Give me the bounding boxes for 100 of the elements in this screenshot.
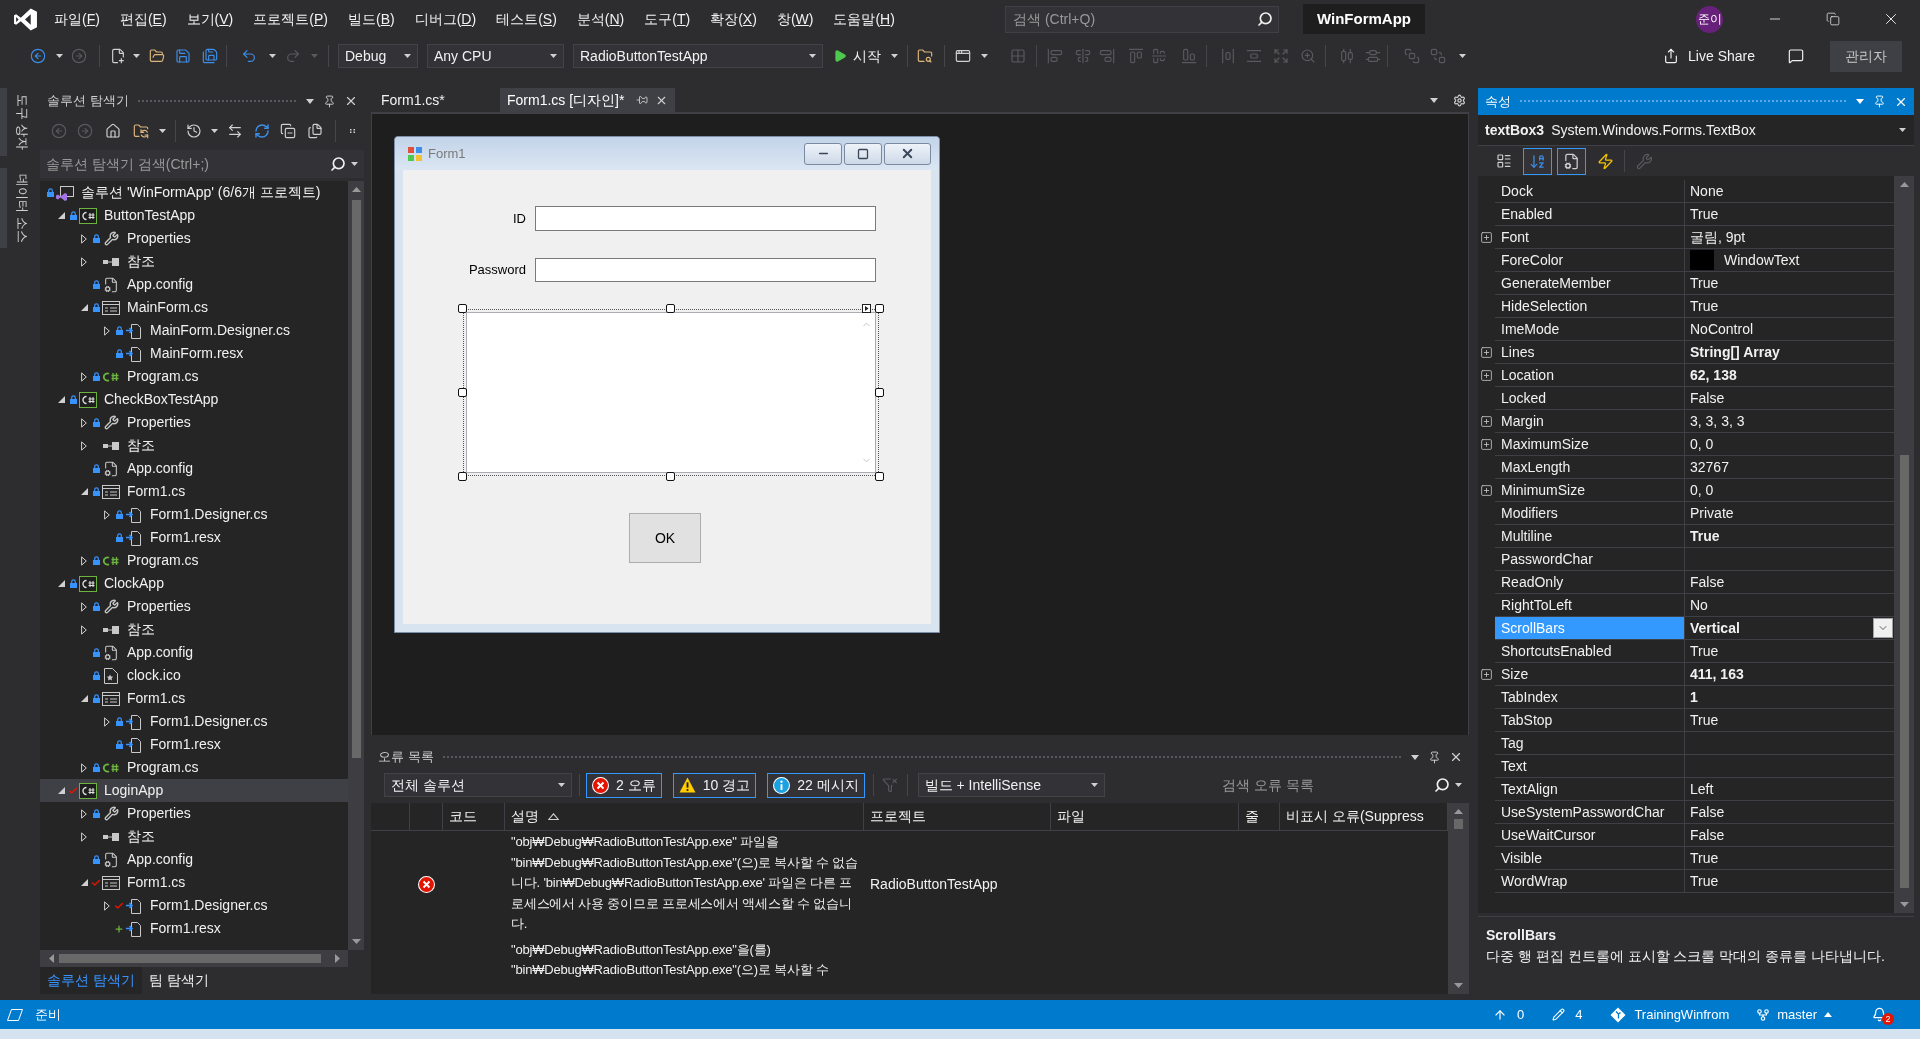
- side-tab[interactable]: 데이터 소스: [0, 167, 30, 249]
- resize-handle[interactable]: [458, 304, 467, 313]
- tree-item[interactable]: Form1.Designer.cs: [40, 710, 348, 733]
- scroll-up-icon[interactable]: [1899, 182, 1909, 187]
- tree-item[interactable]: LoginApp: [40, 779, 348, 802]
- collapsed-arrow-icon[interactable]: [81, 831, 87, 842]
- save-icon[interactable]: [175, 48, 191, 64]
- expanded-arrow-icon[interactable]: [57, 787, 65, 794]
- folder-search-icon[interactable]: [917, 48, 933, 64]
- caret-icon[interactable]: [269, 54, 276, 58]
- side-tab[interactable]: 도구 상자: [0, 88, 30, 156]
- search-field[interactable]: 검색 오류 목록: [1216, 773, 1468, 797]
- pin-icon[interactable]: [1873, 95, 1886, 108]
- close-icon[interactable]: [344, 94, 358, 108]
- property-name[interactable]: Margin: [1495, 410, 1685, 433]
- property-name[interactable]: Lines: [1495, 341, 1685, 364]
- settings-icon[interactable]: [1453, 93, 1466, 107]
- scope-dropdown[interactable]: 전체 솔루션: [384, 773, 572, 797]
- property-name[interactable]: Tag: [1495, 732, 1685, 755]
- text-field[interactable]: [535, 258, 876, 282]
- expand-icon[interactable]: [1480, 415, 1493, 428]
- tree-item[interactable]: MainForm.Designer.cs: [40, 319, 348, 342]
- horizontal-scrollbar[interactable]: [40, 950, 348, 967]
- folder-sync-icon[interactable]: [133, 123, 149, 139]
- vertical-scrollbar[interactable]: [1894, 176, 1914, 913]
- collapsed-arrow-icon[interactable]: [81, 624, 87, 635]
- resize-handle[interactable]: [875, 388, 884, 397]
- document-tab[interactable]: Form1.cs [디자인]*: [500, 88, 676, 112]
- tree-item[interactable]: MainForm.resx: [40, 342, 348, 365]
- collapsed-arrow-icon[interactable]: [81, 601, 87, 612]
- file-plus-icon[interactable]: [110, 48, 126, 64]
- property-name[interactable]: TabStop: [1495, 709, 1685, 732]
- live-share-button[interactable]: Live Share: [1663, 45, 1755, 67]
- caret-icon[interactable]: [558, 783, 565, 787]
- property-name[interactable]: Font: [1495, 226, 1685, 249]
- tree-item[interactable]: 참조: [40, 618, 348, 641]
- source-dropdown[interactable]: 빌드 + IntelliSense: [917, 773, 1105, 797]
- resize-handle[interactable]: [458, 472, 467, 481]
- undo-icon[interactable]: [241, 48, 257, 64]
- collapsed-arrow-icon[interactable]: [81, 417, 87, 428]
- notifications-button[interactable]: 2: [1872, 1004, 1894, 1025]
- files-icon[interactable]: [307, 123, 323, 139]
- property-name[interactable]: ImeMode: [1495, 318, 1685, 341]
- expand-icon[interactable]: [1480, 346, 1493, 359]
- tab-list-caret-icon[interactable]: [1430, 97, 1438, 103]
- expanded-arrow-icon[interactable]: [80, 695, 88, 702]
- repository-button[interactable]: TrainingWinfrom: [1610, 1004, 1730, 1025]
- tree-item[interactable]: ButtonTestApp: [40, 204, 348, 227]
- tree-item[interactable]: App.config: [40, 641, 348, 664]
- property-name[interactable]: HideSelection: [1495, 295, 1685, 318]
- expanded-arrow-icon[interactable]: [57, 212, 65, 219]
- tree-item[interactable]: 솔루션 'WinFormApp' (6/6개 프로젝트): [40, 181, 348, 204]
- collapsed-arrow-icon[interactable]: [104, 900, 110, 911]
- property-name[interactable]: Dock: [1495, 180, 1685, 203]
- column-header[interactable]: 설명: [505, 803, 864, 830]
- collapsed-arrow-icon[interactable]: [81, 371, 87, 382]
- speech-bubble-icon[interactable]: [1788, 48, 1804, 64]
- publish-button[interactable]: 0: [1492, 1004, 1525, 1025]
- collapsed-arrow-icon[interactable]: [81, 256, 87, 267]
- pin-icon[interactable]: [323, 94, 336, 108]
- collapsed-arrow-icon[interactable]: [104, 716, 110, 727]
- caret-icon[interactable]: [1824, 1012, 1832, 1017]
- property-name[interactable]: ReadOnly: [1495, 571, 1685, 594]
- tree-item[interactable]: Program.cs: [40, 549, 348, 572]
- search-icon[interactable]: [1434, 777, 1450, 793]
- scroll-thumb[interactable]: [1899, 455, 1909, 888]
- property-name[interactable]: UseSystemPasswordChar: [1495, 801, 1685, 824]
- expand-icon[interactable]: [1480, 484, 1493, 497]
- menu-item[interactable]: 테스트(S): [486, 5, 567, 33]
- property-name[interactable]: Enabled: [1495, 203, 1685, 226]
- expand-icon[interactable]: [1480, 668, 1493, 681]
- resize-handle[interactable]: [875, 304, 884, 313]
- tree-item[interactable]: Form1.resx: [40, 526, 348, 549]
- bell-icon[interactable]: [1872, 1007, 1887, 1022]
- tree-item[interactable]: ClockApp: [40, 572, 348, 595]
- column-header[interactable]: 코드: [443, 803, 505, 830]
- tree-item[interactable]: Form1.Designer.cs: [40, 894, 348, 917]
- property-name[interactable]: UseWaitCursor: [1495, 824, 1685, 847]
- tree-item[interactable]: clock.ico: [40, 664, 348, 687]
- save-all-icon[interactable]: [202, 48, 218, 64]
- search-field[interactable]: 솔루션 탐색기 검색(Ctrl+;): [40, 150, 364, 178]
- vertical-scrollbar[interactable]: [1448, 803, 1469, 994]
- sort-az-icon[interactable]: [1529, 152, 1546, 170]
- collapsed-arrow-icon[interactable]: [81, 555, 87, 566]
- caret-icon[interactable]: [404, 54, 411, 58]
- platform-dropdown[interactable]: Any CPU: [427, 44, 564, 68]
- scroll-down-icon[interactable]: [1454, 983, 1463, 988]
- menu-item[interactable]: 도움말(H): [823, 5, 905, 33]
- property-name[interactable]: Locked: [1495, 387, 1685, 410]
- property-name[interactable]: WordWrap: [1495, 870, 1685, 893]
- scroll-thumb[interactable]: [1454, 819, 1463, 829]
- expanded-arrow-icon[interactable]: [57, 396, 65, 403]
- lightning-icon[interactable]: [1597, 152, 1614, 170]
- collapsed-arrow-icon[interactable]: [81, 440, 87, 451]
- menu-item[interactable]: 디버그(D): [404, 5, 487, 33]
- startup-project-dropdown[interactable]: RadioButtonTestApp: [573, 44, 823, 68]
- tree-item[interactable]: Program.cs: [40, 365, 348, 388]
- home-icon[interactable]: [105, 123, 121, 139]
- tree-item[interactable]: Form1.Designer.cs: [40, 503, 348, 526]
- property-name[interactable]: TextAlign: [1495, 778, 1685, 801]
